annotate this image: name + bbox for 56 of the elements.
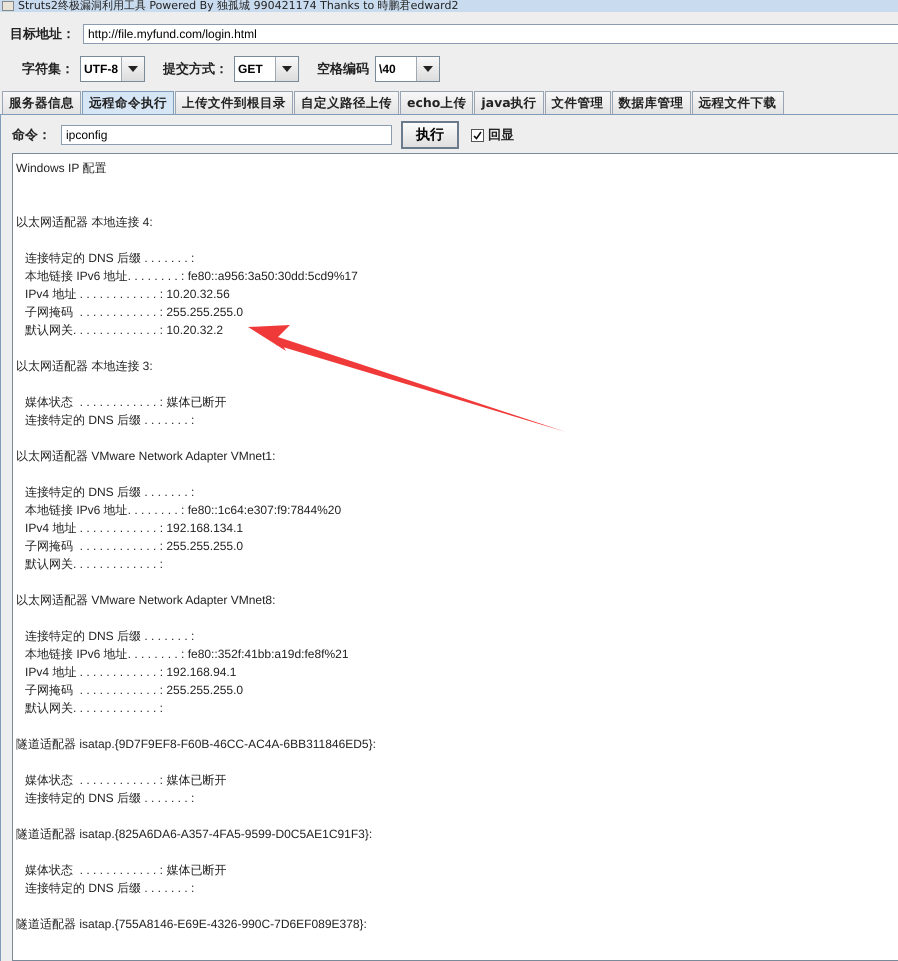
execute-button[interactable]: 执行 <box>401 121 459 149</box>
option-label: 空格编码 <box>317 60 369 78</box>
dropdown[interactable]: GET <box>234 56 299 82</box>
output-line: 子网掩码 . . . . . . . . . . . . : 255.255.255.0 <box>24 682 244 699</box>
dropdown[interactable]: \40 <box>375 56 440 82</box>
output-line: 默认网关. . . . . . . . . . . . . : 10.20.32.2 <box>24 322 224 339</box>
output-line: IPv4 地址 . . . . . . . . . . . . : 192.168.94.1 <box>24 664 236 681</box>
tab[interactable]: 自定义路径上传 <box>294 91 399 114</box>
caret-icon <box>423 66 433 72</box>
tab[interactable]: java执行 <box>474 91 544 114</box>
output-line: 连接特定的 DNS 后缀 . . . . . . . : <box>24 790 194 807</box>
url-field[interactable]: http://file.myfund.com/login.html <box>83 24 898 44</box>
option-label: 提交方式： <box>163 60 228 78</box>
caret-icon <box>128 66 138 72</box>
output-heading: 以太网适配器 本地连接 3: <box>16 358 153 375</box>
dropdown[interactable]: UTF-8 <box>80 56 145 82</box>
output-line: 媒体状态 . . . . . . . . . . . . : 媒体已断开 <box>24 862 226 879</box>
tab[interactable]: 数据库管理 <box>612 91 691 114</box>
output-line: 子网掩码 . . . . . . . . . . . . : 255.255.255.0 <box>24 304 244 321</box>
app-icon <box>2 1 14 11</box>
tab[interactable]: echo上传 <box>400 91 474 114</box>
output-line: IPv4 地址 . . . . . . . . . . . . : 10.20.32.56 <box>24 286 230 303</box>
output-heading: 以太网适配器 本地连接 4: <box>16 214 153 231</box>
echo-label: 回显 <box>488 127 515 144</box>
output-line: 连接特定的 DNS 后缀 . . . . . . . : <box>24 484 194 501</box>
option-label: 字符集： <box>22 60 74 78</box>
output-line: IPv4 地址 . . . . . . . . . . . . : 192.168.134.1 <box>24 520 244 537</box>
output-heading: 隧道适配器 isatap.{825A6DA6-A357-4FA5-9599-D0C5AE1C91F3}: <box>16 826 372 843</box>
output-line: 连接特定的 DNS 后缀 . . . . . . . : <box>24 628 194 645</box>
output-line: 本地链接 IPv6 地址. . . . . . . . : fe80::352f:41bb:a19d:fe8f%21 <box>24 646 348 663</box>
output-heading: 以太网适配器 VMware Network Adapter VMnet8: <box>16 592 276 609</box>
tab[interactable]: 远程命令执行 <box>82 91 174 114</box>
caret-icon <box>282 66 292 72</box>
output-line: 本地链接 IPv6 地址. . . . . . . . : fe80::a956:3a50:30dd:5cd9%17 <box>24 268 358 285</box>
output-line: 本地链接 IPv6 地址. . . . . . . . : fe80::1c64:e307:f9:7844%20 <box>24 502 342 519</box>
command-label: 命令： <box>12 127 52 144</box>
output-line: 连接特定的 DNS 后缀 . . . . . . . : <box>24 250 194 267</box>
tab[interactable]: 服务器信息 <box>2 91 81 114</box>
window-title: Struts2终极漏洞利用工具 Powered By 独孤城 990421174 Thanks to 時鹏君edward2 <box>18 0 458 12</box>
tab[interactable]: 上传文件到根目录 <box>175 91 293 114</box>
tab[interactable]: 文件管理 <box>544 91 611 114</box>
output-line: 默认网关. . . . . . . . . . . . . : <box>24 556 164 573</box>
output-line: 媒体状态 . . . . . . . . . . . . : 媒体已断开 <box>24 394 226 411</box>
output-line: 连接特定的 DNS 后缀 . . . . . . . : <box>24 880 194 897</box>
command-field[interactable]: ipconfig <box>61 125 392 145</box>
output-line: 默认网关. . . . . . . . . . . . . : <box>24 700 164 717</box>
output-heading: 隧道适配器 isatap.{9D7F9EF8-F60B-46CC-AC4A-6BB311846ED5}: <box>16 736 376 753</box>
output-heading: 以太网适配器 VMware Network Adapter VMnet1: <box>16 448 276 465</box>
output-heading: 隧道适配器 isatap.{755A8146-E69E-4326-990C-7D6EF089E378}: <box>16 916 367 933</box>
output-heading: Windows IP 配置 <box>16 160 106 177</box>
echo-checkbox[interactable] <box>471 128 484 142</box>
target-label: 目标地址： <box>10 26 75 43</box>
output-line: 子网掩码 . . . . . . . . . . . . : 255.255.255.0 <box>24 538 244 555</box>
output-line: 媒体状态 . . . . . . . . . . . . : 媒体已断开 <box>24 772 226 789</box>
tab[interactable]: 远程文件下载 <box>692 91 784 114</box>
output-line: 连接特定的 DNS 后缀 . . . . . . . : <box>24 412 194 429</box>
